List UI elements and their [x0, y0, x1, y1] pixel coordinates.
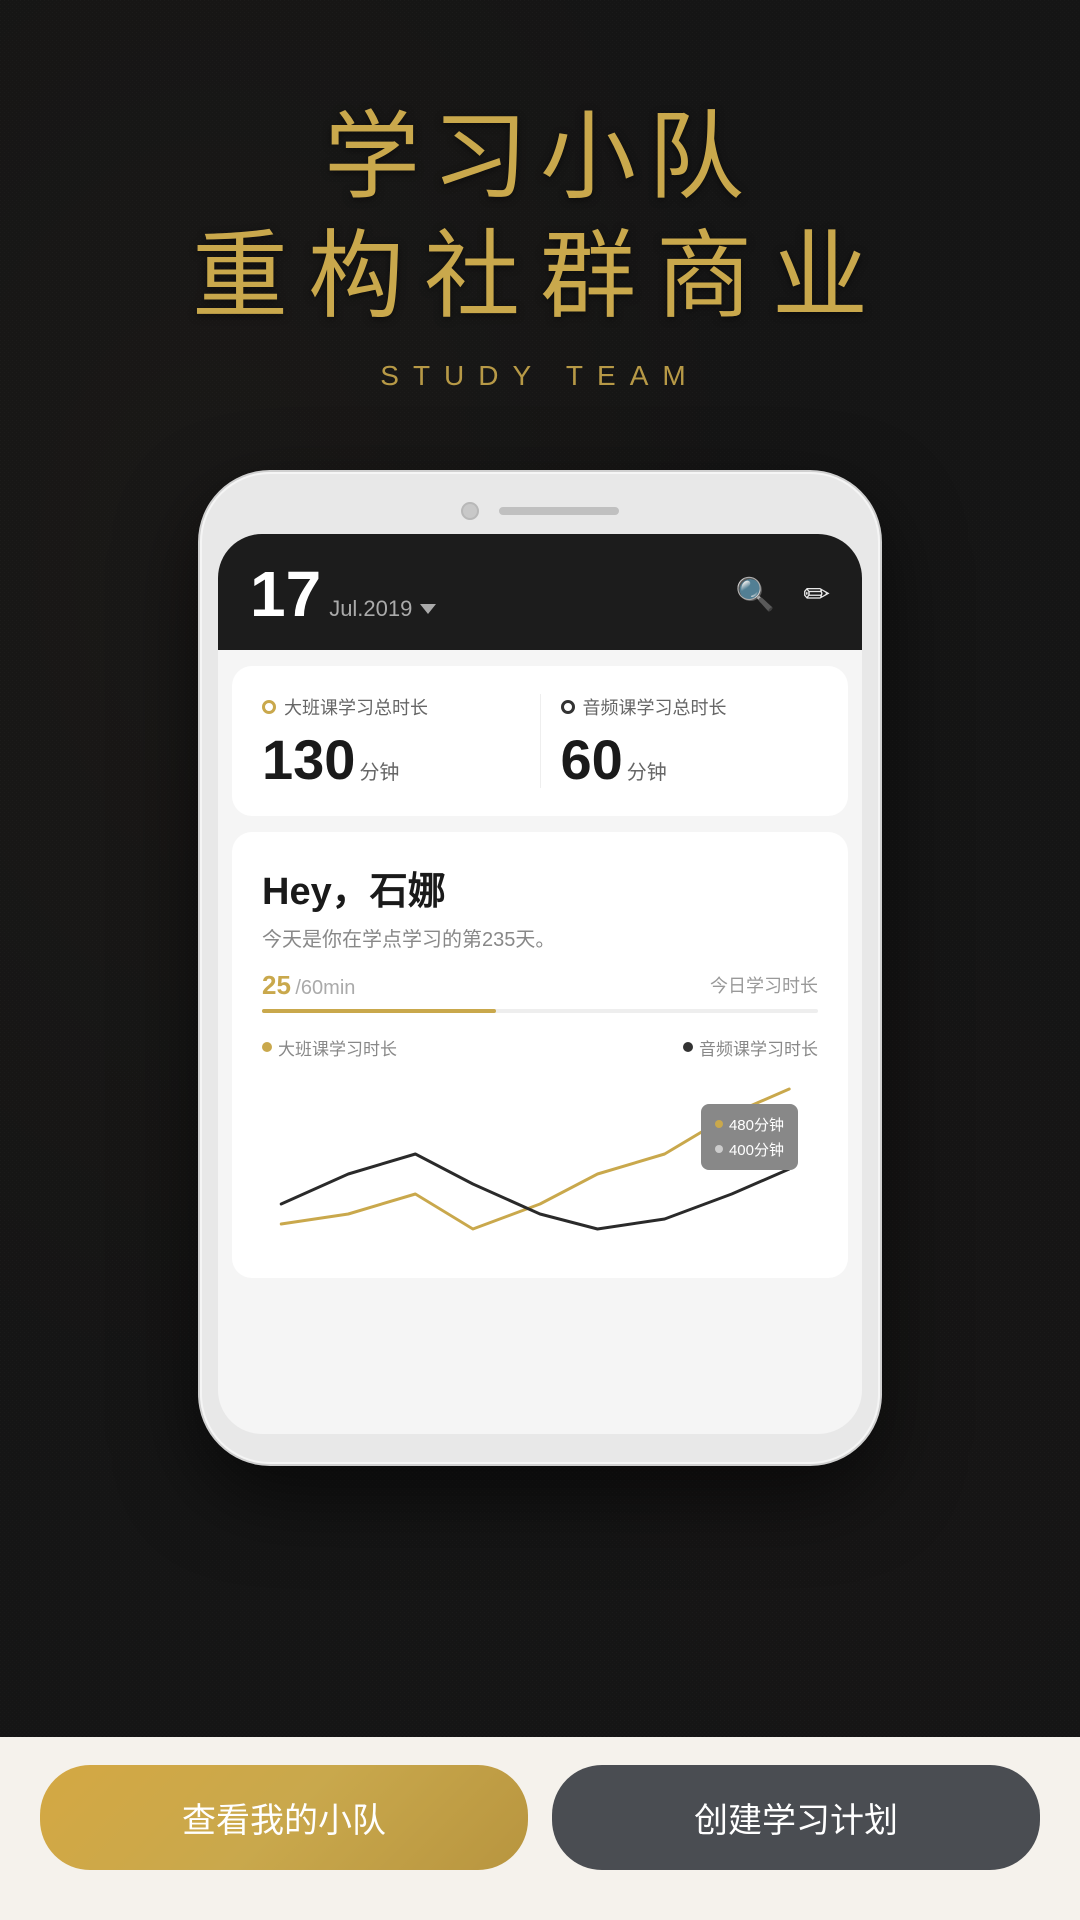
- chart-tooltip: 480分钟 400分钟: [701, 1104, 798, 1170]
- tooltip-dot-yellow: [715, 1120, 723, 1128]
- stat-value-row-large: 130 分钟: [262, 732, 520, 788]
- stat-dot-black: [561, 700, 575, 714]
- phone-screen: 17 Jul.2019 🔍 ✏: [218, 534, 862, 1434]
- progress-today-label: 今日学习时长: [710, 972, 818, 998]
- stat-number-audio: 60: [561, 732, 623, 788]
- stat-number-large: 130: [262, 732, 355, 788]
- legend-label-audio: 音频课学习时长: [699, 1035, 818, 1060]
- stat-label-large: 大班课学习总时长: [284, 694, 428, 720]
- chart-legend: 大班课学习时长 音频课学习时长: [262, 1035, 818, 1060]
- tooltip-row-1: 480分钟: [715, 1114, 784, 1135]
- app-header-icons: 🔍 ✏: [735, 575, 830, 613]
- bottom-cta: 查看我的小队 创建学习计划: [0, 1737, 1080, 1920]
- progress-value-group: 25 /60min: [262, 970, 355, 1001]
- stat-label-row-large: 大班课学习总时长: [262, 694, 520, 720]
- legend-item-audio: 音频课学习时长: [683, 1035, 818, 1060]
- tooltip-value-2: 400分钟: [729, 1139, 784, 1160]
- stat-label-row-audio: 音频课学习总时长: [561, 694, 819, 720]
- stat-card-audio: 音频课学习总时长 60 分钟: [540, 694, 819, 788]
- progress-bar-fill: [262, 1009, 496, 1013]
- tooltip-row-2: 400分钟: [715, 1139, 784, 1160]
- search-icon[interactable]: 🔍: [735, 575, 775, 613]
- greeting-subtitle: 今天是你在学点学习的第235天。: [262, 923, 818, 952]
- phone-frame: 17 Jul.2019 🔍 ✏: [200, 472, 880, 1464]
- legend-dot-yellow: [262, 1042, 272, 1052]
- legend-label-large: 大班课学习时长: [278, 1035, 397, 1060]
- title-line1: 学习小队: [192, 100, 888, 215]
- stat-dot-yellow: [262, 700, 276, 714]
- app-header-date: 17 Jul.2019: [250, 562, 436, 626]
- header-section: 学习小队 重构社群商业 STUDY TEAM: [192, 0, 888, 412]
- tooltip-value-1: 480分钟: [729, 1114, 784, 1135]
- stats-section: 大班课学习总时长 130 分钟 音频课学习总时长 60: [232, 666, 848, 816]
- greeting-title: Hey，石娜: [262, 860, 818, 915]
- phone-wrapper: 17 Jul.2019 🔍 ✏: [200, 472, 880, 1920]
- chart-area: 480分钟 400分钟: [262, 1074, 818, 1254]
- progress-section: 25 /60min 今日学习时长: [262, 970, 818, 1001]
- study-team-label: STUDY TEAM: [192, 360, 888, 392]
- stat-unit-audio: 分钟: [627, 756, 667, 785]
- greeting-card: Hey，石娜 今天是你在学点学习的第235天。 25 /60min 今日学习时长: [232, 832, 848, 1278]
- progress-max: /60min: [295, 977, 355, 999]
- tooltip-dot-gray: [715, 1145, 723, 1153]
- page-container: 学习小队 重构社群商业 STUDY TEAM 17 Jul.2019: [0, 0, 1080, 1920]
- date-dropdown-arrow: [420, 604, 436, 614]
- date-number: 17: [250, 562, 321, 626]
- date-month-year: Jul.2019: [329, 596, 436, 622]
- create-plan-button[interactable]: 创建学习计划: [552, 1765, 1040, 1870]
- phone-camera: [461, 502, 479, 520]
- stat-label-audio: 音频课学习总时长: [583, 694, 727, 720]
- progress-current: 25: [262, 970, 291, 1000]
- phone-top: [218, 492, 862, 534]
- legend-item-large: 大班课学习时长: [262, 1035, 397, 1060]
- app-header: 17 Jul.2019 🔍 ✏: [218, 534, 862, 650]
- legend-dot-black: [683, 1042, 693, 1052]
- phone-speaker: [499, 507, 619, 515]
- edit-icon[interactable]: ✏: [803, 575, 830, 613]
- title-line2: 重构社群商业: [192, 215, 888, 340]
- stat-card-large: 大班课学习总时长 130 分钟: [262, 694, 540, 788]
- stat-unit-large: 分钟: [359, 756, 399, 785]
- stat-value-row-audio: 60 分钟: [561, 732, 819, 788]
- view-team-button[interactable]: 查看我的小队: [40, 1765, 528, 1870]
- progress-bar-track: [262, 1009, 818, 1013]
